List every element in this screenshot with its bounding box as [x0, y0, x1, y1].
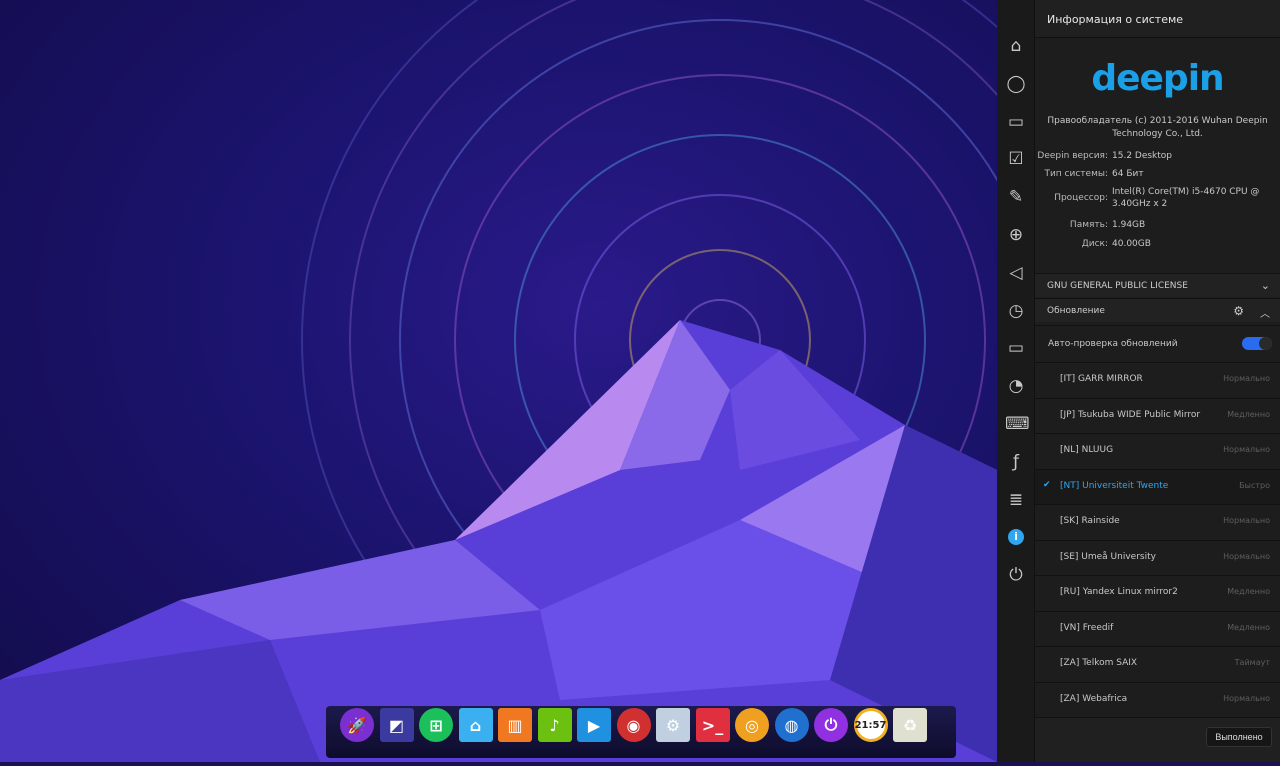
- mirror-item[interactable]: [VN] Freedif Медленно: [1035, 610, 1280, 646]
- video-player-icon[interactable]: ▶: [577, 708, 611, 742]
- auto-check-toggle[interactable]: [1242, 337, 1272, 350]
- mirror-speed: Медленно: [1227, 409, 1270, 419]
- done-button[interactable]: Выполнено: [1206, 727, 1272, 747]
- mouse-icon[interactable]: ◔: [1005, 375, 1027, 397]
- chevron-down-icon: ⌄: [1260, 279, 1270, 292]
- info-row: Память: 1.94GB: [1035, 219, 1280, 231]
- settings-gear-icon[interactable]: ⚙: [656, 708, 690, 742]
- info-value: 15.2 Desktop: [1112, 151, 1173, 161]
- camera-icon[interactable]: ◎: [735, 708, 769, 742]
- home-icon[interactable]: ⌂: [1005, 35, 1027, 57]
- user-icon[interactable]: ◯: [1005, 73, 1027, 95]
- personalization-icon[interactable]: ✎: [1005, 186, 1027, 208]
- auto-check-label: Авто-проверка обновлений: [1048, 339, 1178, 349]
- mirror-name: [VN] Freedif: [1060, 622, 1114, 633]
- mirror-name: [NT] Universiteit Twente: [1060, 480, 1169, 491]
- mirror-name: [ZA] Telkom SAIX: [1060, 658, 1138, 668]
- mirror-speed: Быстро: [1239, 480, 1270, 490]
- mirror-item[interactable]: [ZA] Webafrica Нормально: [1035, 681, 1280, 717]
- mirror-item[interactable]: ✔ [NT] Universiteit Twente Быстро: [1035, 468, 1280, 504]
- trash-icon[interactable]: ♻: [893, 708, 927, 742]
- footer: Выполнено: [1035, 717, 1280, 762]
- display-icon[interactable]: ▭: [1005, 111, 1027, 133]
- mirror-speed: Нормально: [1223, 693, 1270, 703]
- chrome-icon[interactable]: ◉: [616, 708, 651, 742]
- system-info-panel: Информация о системе deepin Правообладат…: [1035, 0, 1280, 762]
- mirror-item[interactable]: [RU] Yandex Linux mirror2 Медленно: [1035, 575, 1280, 610]
- mirror-item[interactable]: [SE] Umeå University Нормально: [1035, 539, 1280, 575]
- update-label: Обновление: [1047, 306, 1105, 316]
- update-section[interactable]: Обновление ⚙ ︿: [1035, 298, 1280, 322]
- chevron-up-icon[interactable]: ︿: [1260, 305, 1270, 320]
- info-key: Диск:: [1081, 239, 1108, 249]
- file-manager-icon[interactable]: ⌂: [458, 708, 493, 742]
- info-value: 1.94GB: [1112, 220, 1146, 230]
- mirror-name: [ZA] Webafrica: [1060, 693, 1128, 704]
- mirror-name: [IT] GARR MIRROR: [1060, 374, 1143, 384]
- copyright-text: Правообладатель (c) 2011-2016 Wuhan Deep…: [1047, 116, 1268, 139]
- update-icon[interactable]: ≣: [1005, 489, 1027, 511]
- browser-globe-icon[interactable]: ◍: [774, 708, 809, 742]
- checkmark-icon: ✔: [1043, 479, 1051, 490]
- screenshot-icon[interactable]: ◩: [379, 708, 414, 742]
- info-row: Тип системы: 64 Бит: [1035, 168, 1280, 180]
- license-label: GNU GENERAL PUBLIC LICENSE: [1047, 281, 1188, 291]
- mirror-item[interactable]: [JP] Tsukuba WIDE Public Mirror Медленно: [1035, 397, 1280, 433]
- settings-sidebar: ⌂ ◯ ▭ ☑ ✎ ⊕ ◁ ◷ ▭ ◔ ⌨ ƒ ≣ i ⏻: [997, 0, 1035, 762]
- store-icon[interactable]: ⊞: [419, 708, 453, 742]
- network-icon[interactable]: ⊕: [1005, 224, 1027, 246]
- mirror-speed: Медленно: [1227, 587, 1270, 596]
- info-row: Процессор: Intel(R) Core(TM) i5-4670 CPU …: [1035, 186, 1280, 210]
- keyboard-icon[interactable]: ⌨: [1005, 413, 1030, 435]
- desktop-wallpaper: [0, 0, 1139, 762]
- sound-icon[interactable]: ◁: [1005, 262, 1027, 284]
- mirror-name: [NL] NLUUG: [1060, 445, 1114, 455]
- info-key: Процессор:: [1054, 193, 1108, 203]
- mirror-name: [SE] Umeå University: [1060, 551, 1156, 562]
- info-value: Intel(R) Core(TM) i5-4670 CPU @ 3.40GHz …: [1112, 187, 1260, 209]
- info-row: Диск: 40.00GB: [1035, 238, 1280, 250]
- mirror-item[interactable]: [ZA] Telkom SAIX Таймаут: [1035, 646, 1280, 681]
- clock-icon[interactable]: 21:57: [853, 708, 888, 742]
- info-key: Память:: [1069, 220, 1108, 230]
- mirror-item[interactable]: [IT] GARR MIRROR Нормально: [1035, 362, 1280, 397]
- mirror-speed: Нормально: [1223, 445, 1270, 454]
- info-value: 64 Бит: [1112, 169, 1144, 179]
- music-icon[interactable]: ♪: [537, 708, 572, 742]
- launcher-rocket-icon[interactable]: 🚀: [340, 708, 374, 742]
- mirror-item[interactable]: [NL] NLUUG Нормально: [1035, 433, 1280, 468]
- info-value: 40.00GB: [1112, 239, 1151, 249]
- info-row: Deepin версия: 15.2 Desktop: [1035, 150, 1280, 162]
- deepin-logo: deepin: [1091, 58, 1224, 99]
- power-icon[interactable]: ⏻: [814, 708, 848, 742]
- mirror-name: [RU] Yandex Linux mirror2: [1060, 587, 1178, 597]
- mirror-speed: Нормально: [1223, 551, 1270, 561]
- fn-key-icon[interactable]: ƒ: [1005, 451, 1027, 473]
- info-key: Тип системы:: [1044, 169, 1108, 179]
- wallpaper-art: [0, 0, 1139, 762]
- shutdown-icon[interactable]: ⏻: [1005, 564, 1027, 586]
- power-management-icon[interactable]: ▭: [1005, 337, 1027, 359]
- mirror-item[interactable]: [SK] Rainside Нормально: [1035, 504, 1280, 539]
- mirror-name: [SK] Rainside: [1060, 516, 1120, 526]
- mirror-speed: Таймаут: [1234, 658, 1270, 667]
- info-key: Deepin версия:: [1037, 151, 1108, 161]
- terminal-icon[interactable]: >_: [695, 708, 730, 742]
- auto-check-row: Авто-проверка обновлений: [1035, 325, 1280, 361]
- page-title: Информация о системе: [1035, 0, 1280, 38]
- license-section[interactable]: GNU GENERAL PUBLIC LICENSE ⌄: [1035, 273, 1280, 297]
- mirror-speed: Нормально: [1223, 516, 1270, 525]
- gear-icon[interactable]: ⚙: [1233, 304, 1244, 318]
- mirror-speed: Нормально: [1223, 374, 1270, 383]
- datetime-icon[interactable]: ◷: [1005, 300, 1027, 322]
- mirror-name: [JP] Tsukuba WIDE Public Mirror: [1060, 409, 1201, 420]
- system-info-icon[interactable]: i: [1008, 529, 1024, 546]
- shop-bag-icon[interactable]: ▥: [498, 708, 532, 742]
- mirror-speed: Медленно: [1227, 622, 1270, 632]
- default-apps-icon[interactable]: ☑: [1005, 148, 1027, 170]
